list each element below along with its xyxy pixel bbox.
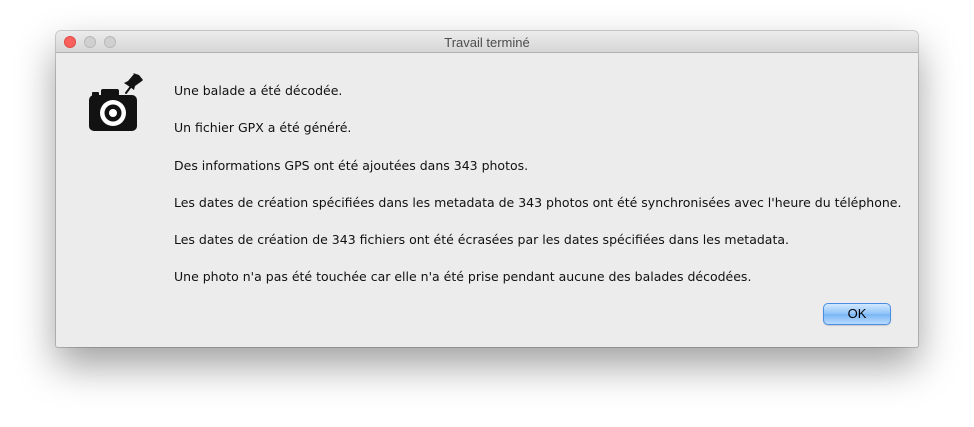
message-line: Une balade a été décodée. <box>174 83 343 98</box>
message-line: Les dates de création de 343 fichiers on… <box>174 232 789 248</box>
message-line: Les dates de création spécifiées dans le… <box>174 194 902 210</box>
title-bar[interactable]: Travail terminé <box>56 31 918 53</box>
ok-button[interactable]: OK <box>823 303 891 325</box>
dialog-window: Travail terminé Une balade a été décodée… <box>56 31 918 347</box>
message-line: Un fichier GPX a été généré. <box>174 120 352 136</box>
message-line: Des informations GPS ont été ajoutées da… <box>174 157 529 173</box>
camera-pin-icon <box>89 73 143 131</box>
window-title: Travail terminé <box>444 35 530 50</box>
message-line: Une photo n'a pas été touchée car elle n… <box>174 269 752 285</box>
message-list: Une balade a été décodée. Un fichier GPX… <box>174 83 901 307</box>
